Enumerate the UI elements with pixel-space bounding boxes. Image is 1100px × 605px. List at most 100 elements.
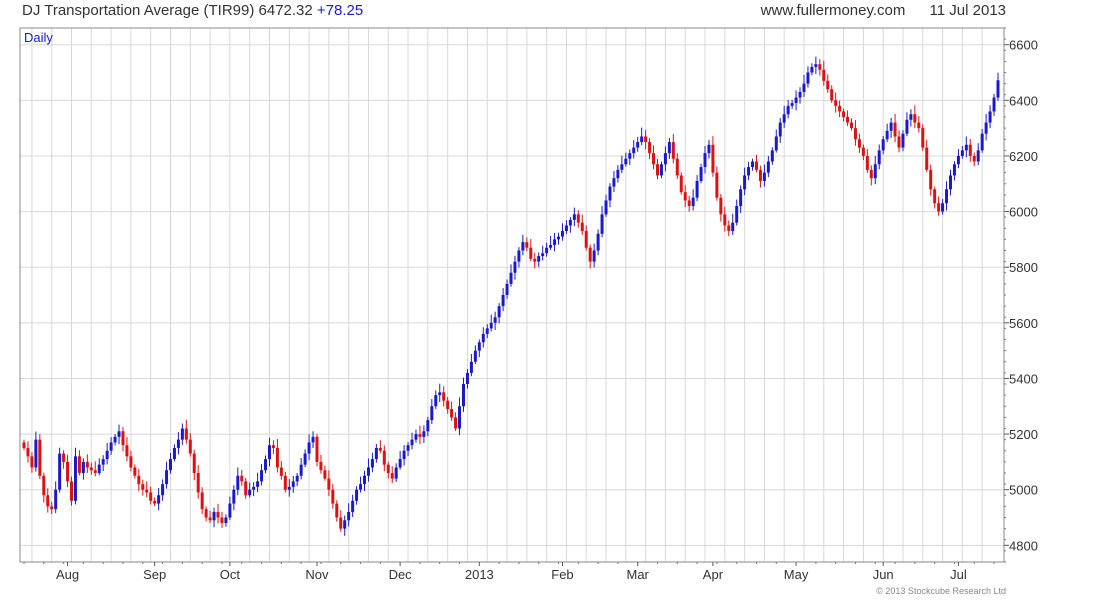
price-bar-body [853,128,857,140]
price-bar-body [549,244,553,248]
price-bar-body [976,150,980,162]
price-bar-body [271,445,275,448]
y-tick-label: 5200 [1009,427,1038,442]
price-bar-body [386,464,390,473]
price-bar-body [244,481,248,496]
price-bar-body [319,461,323,471]
x-tick-label: Oct [220,567,241,582]
price-bar-body [133,467,137,476]
price-bar-body [814,64,818,67]
price-bar-body [402,450,406,460]
price-bar-body [339,517,343,529]
price-bar-body [830,89,834,101]
price-bar-body [422,431,426,437]
price-bar-body [770,150,774,162]
price-bar-body [30,456,34,468]
price-bar-body [117,431,121,437]
price-bar-body [620,164,624,170]
price-bar-body [980,133,984,151]
price-bar-body [157,495,161,504]
price-bar-body [901,133,905,148]
price-bar-body [751,161,755,168]
price-bar-body [790,103,794,106]
price-bar-body [608,186,612,201]
price-bar-body [299,464,303,476]
price-bar-body [145,489,149,493]
price-bar-body [34,439,38,468]
price-bar-body [766,161,770,173]
price-bar-body [73,456,77,501]
price-bar-body [782,114,786,123]
price-bar-body [505,283,509,295]
x-tick-label: Jul [950,567,967,582]
price-bar-body [355,489,359,501]
price-bar-body [426,420,430,432]
y-tick-label: 6600 [1009,38,1038,53]
price-bar-body [719,197,723,215]
price-bar-body [212,511,216,521]
price-bar-body [149,492,153,501]
price-bar-body [707,144,711,154]
price-bar-body [846,117,850,123]
x-tick-label: Dec [389,567,413,582]
chart-area: 4800 5000 5200 5400 5600 5800 6000 6200 6400 6600… [0,0,1100,605]
price-bar-body [584,231,588,248]
price-bar-body [89,467,93,471]
price-bar-body [129,456,133,468]
price-bar-body [275,447,279,468]
price-bar-body [461,384,465,407]
price-bar-body [208,517,212,521]
price-bar-body [695,180,699,198]
price-bar-body [905,119,909,134]
price-bar-body [497,306,501,318]
price-bar-body [850,122,854,129]
x-tick-label: Mar [627,567,650,582]
price-bar-body [929,169,933,190]
price-bar-body [909,114,913,120]
copyright-note: © 2013 Stockcube Research Ltd [876,586,1006,596]
price-bar-body [604,200,608,215]
price-bar-body [469,361,473,373]
price-bar-body [810,66,814,73]
price-bar-body [283,475,287,490]
price-bar-body [794,97,798,104]
price-bar-body [691,197,695,206]
price-bar-body [473,350,477,362]
price-bar-body [398,459,402,468]
price-bar-body [22,442,26,448]
price-bar-body [572,214,576,220]
price-bar-body [418,434,422,437]
price-bar-body [224,517,228,524]
price-bar-body [465,372,469,384]
price-bar-body [220,517,224,524]
price-bar-body [632,147,636,154]
price-bar-body [984,122,988,134]
price-bar-body [343,520,347,529]
price-bar-body [54,489,58,510]
price-bar-body [628,153,632,159]
price-bar-body [390,473,394,479]
price-bar-body [430,406,434,421]
price-bar-body [679,175,683,193]
price-bar-body [295,475,299,482]
price-bar-body [153,500,157,504]
price-bar-body [327,478,331,490]
price-bar-body [77,456,81,473]
x-tick-label: Jun [873,567,894,582]
y-tick-label: 6200 [1009,149,1038,164]
price-bar-body [172,447,176,460]
price-bar-body [956,155,960,165]
price-bar-body [992,97,996,112]
price-bar-body [192,453,196,473]
price-bar-body [378,447,382,451]
price-bar-body [260,470,264,482]
price-bar-body [26,447,30,457]
price-bar-body [885,130,889,140]
price-bar-body [996,80,1000,98]
price-bar-body [81,461,85,473]
price-bar-body [331,489,335,504]
price-bar-body [877,150,881,165]
price-bar-body [834,100,838,106]
price-bar-body [42,475,46,496]
price-bar-body [279,467,283,476]
